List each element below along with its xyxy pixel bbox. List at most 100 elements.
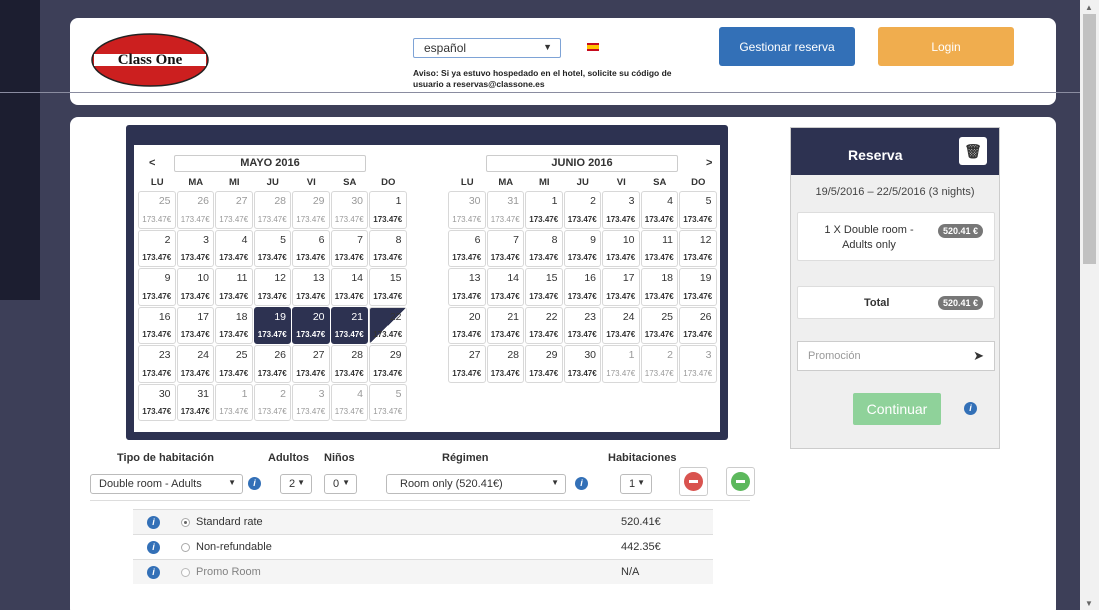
day-cell[interactable]: 26 173.47€ <box>253 345 291 383</box>
login-button[interactable]: Login <box>878 27 1014 66</box>
rate-row[interactable]: i Non-refundable 442.35€ <box>133 534 713 559</box>
day-cell[interactable]: 17 173.47€ <box>176 306 214 344</box>
room-info-icon[interactable]: i <box>248 477 261 490</box>
day-cell[interactable]: 8 173.47€ <box>369 229 407 267</box>
day-cell[interactable]: 25 173.47€ <box>215 345 253 383</box>
day-cell[interactable]: 29 173.47€ <box>369 345 407 383</box>
day-cell[interactable]: 24 173.47€ <box>176 345 214 383</box>
day-price: 173.47€ <box>296 330 326 339</box>
day-cell[interactable]: 24 173.47€ <box>602 306 640 344</box>
day-cell[interactable]: 14 173.47€ <box>486 268 524 306</box>
info-icon[interactable]: i <box>147 516 160 529</box>
promo-code-input[interactable]: Promoción ➤ <box>797 341 995 371</box>
rate-row[interactable]: i Standard rate 520.41€ <box>133 509 713 534</box>
day-cell[interactable]: 20 173.47€ <box>292 306 330 344</box>
class-one-logo[interactable]: Class One <box>90 32 210 88</box>
day-cell[interactable]: 28 173.47€ <box>486 345 524 383</box>
next-month-button[interactable]: > <box>706 157 712 169</box>
day-cell[interactable]: 15 173.47€ <box>369 268 407 306</box>
day-cell[interactable]: 19 173.47€ <box>253 306 291 344</box>
trash-icon[interactable]: 🗑 <box>959 137 987 165</box>
day-cell[interactable]: 30 173.47€ <box>138 383 176 421</box>
info-icon[interactable]: i <box>147 541 160 554</box>
add-room-button[interactable] <box>726 467 755 496</box>
day-cell[interactable]: 18 173.47€ <box>215 306 253 344</box>
day-cell[interactable]: 20 173.47€ <box>448 306 486 344</box>
day-cell[interactable]: 4 173.47€ <box>215 229 253 267</box>
adults-select[interactable]: 2 ▼ <box>280 474 312 494</box>
send-icon[interactable]: ➤ <box>973 348 984 364</box>
room-type-select[interactable]: Double room - Adults ▼ <box>90 474 243 494</box>
day-price: 173.47€ <box>452 330 482 339</box>
day-cell[interactable]: 7 173.47€ <box>486 229 524 267</box>
day-cell[interactable]: 3 173.47€ <box>176 229 214 267</box>
day-cell[interactable]: 5 173.47€ <box>679 191 717 229</box>
info-icon[interactable]: i <box>147 566 160 579</box>
day-cell[interactable]: 2 173.47€ <box>563 191 601 229</box>
scroll-up-icon[interactable]: ▲ <box>1085 3 1093 12</box>
children-select[interactable]: 0 ▼ <box>324 474 357 494</box>
day-cell[interactable]: 5 173.47€ <box>253 229 291 267</box>
day-cell[interactable]: 9 173.47€ <box>563 229 601 267</box>
day-cell[interactable]: 18 173.47€ <box>640 268 678 306</box>
day-cell[interactable]: 13 173.47€ <box>448 268 486 306</box>
day-cell[interactable]: 10 173.47€ <box>176 268 214 306</box>
day-cell: 2 173.47€ <box>253 383 291 421</box>
day-cell[interactable]: 13 173.47€ <box>292 268 330 306</box>
day-cell[interactable]: 26 173.47€ <box>679 306 717 344</box>
rate-radio[interactable] <box>181 568 190 577</box>
day-cell[interactable]: 1 173.47€ <box>369 191 407 229</box>
day-cell[interactable]: 9 173.47€ <box>138 268 176 306</box>
scrollbar-thumb[interactable] <box>1083 14 1096 264</box>
board-select[interactable]: Room only (520.41€) ▼ <box>386 474 566 494</box>
day-cell[interactable]: 23 173.47€ <box>563 306 601 344</box>
rooms-select[interactable]: 1 ▼ <box>620 474 652 494</box>
day-cell[interactable]: 23 173.47€ <box>138 345 176 383</box>
day-cell[interactable]: 2 173.47€ <box>138 229 176 267</box>
day-cell[interactable]: 14 173.47€ <box>330 268 368 306</box>
day-cell[interactable]: 27 173.47€ <box>292 345 330 383</box>
day-cell[interactable]: 22 173.47€ <box>525 306 563 344</box>
day-cell[interactable]: 30 173.47€ <box>563 345 601 383</box>
day-cell[interactable]: 16 173.47€ <box>563 268 601 306</box>
day-cell[interactable]: 27 173.47€ <box>448 345 486 383</box>
scroll-down-icon[interactable]: ▼ <box>1085 599 1093 608</box>
day-cell[interactable]: 11 173.47€ <box>215 268 253 306</box>
rate-radio[interactable] <box>181 543 190 552</box>
day-cell[interactable]: 31 173.47€ <box>176 383 214 421</box>
day-cell[interactable]: 10 173.47€ <box>602 229 640 267</box>
day-cell[interactable]: 25 173.47€ <box>640 306 678 344</box>
day-cell[interactable]: 6 173.47€ <box>448 229 486 267</box>
day-cell[interactable]: 28 173.47€ <box>330 345 368 383</box>
day-cell[interactable]: 11 173.47€ <box>640 229 678 267</box>
day-number: 25 <box>661 310 673 323</box>
day-cell[interactable]: 12 173.47€ <box>679 229 717 267</box>
day-cell[interactable]: 6 173.47€ <box>292 229 330 267</box>
day-cell[interactable]: 21 173.47€ <box>486 306 524 344</box>
day-cell[interactable]: 16 173.47€ <box>138 306 176 344</box>
day-cell[interactable]: 17 173.47€ <box>602 268 640 306</box>
manage-booking-button[interactable]: Gestionar reserva <box>719 27 855 66</box>
rate-radio[interactable] <box>181 518 190 527</box>
day-cell[interactable]: 21 173.47€ <box>330 306 368 344</box>
day-cell[interactable]: 29 173.47€ <box>525 345 563 383</box>
day-cell[interactable]: 22 173.47€ <box>369 306 407 344</box>
day-price: 173.47€ <box>257 330 287 339</box>
day-cell[interactable]: 12 173.47€ <box>253 268 291 306</box>
day-cell[interactable]: 1 173.47€ <box>525 191 563 229</box>
continue-button[interactable]: Continuar <box>853 393 941 425</box>
day-cell[interactable]: 3 173.47€ <box>602 191 640 229</box>
prev-month-button[interactable]: < <box>149 157 155 169</box>
info-icon[interactable]: i <box>964 402 977 415</box>
day-number: 3 <box>203 233 209 246</box>
rate-row[interactable]: i Promo Room N/A <box>133 559 713 584</box>
day-cell[interactable]: 7 173.47€ <box>330 229 368 267</box>
scrollbar[interactable]: ▲ ▼ <box>1080 0 1099 610</box>
board-info-icon[interactable]: i <box>575 477 588 490</box>
day-cell[interactable]: 8 173.47€ <box>525 229 563 267</box>
remove-room-button[interactable] <box>679 467 708 496</box>
language-select[interactable]: español ▼ <box>413 38 561 58</box>
day-cell[interactable]: 4 173.47€ <box>640 191 678 229</box>
day-cell[interactable]: 19 173.47€ <box>679 268 717 306</box>
day-cell[interactable]: 15 173.47€ <box>525 268 563 306</box>
